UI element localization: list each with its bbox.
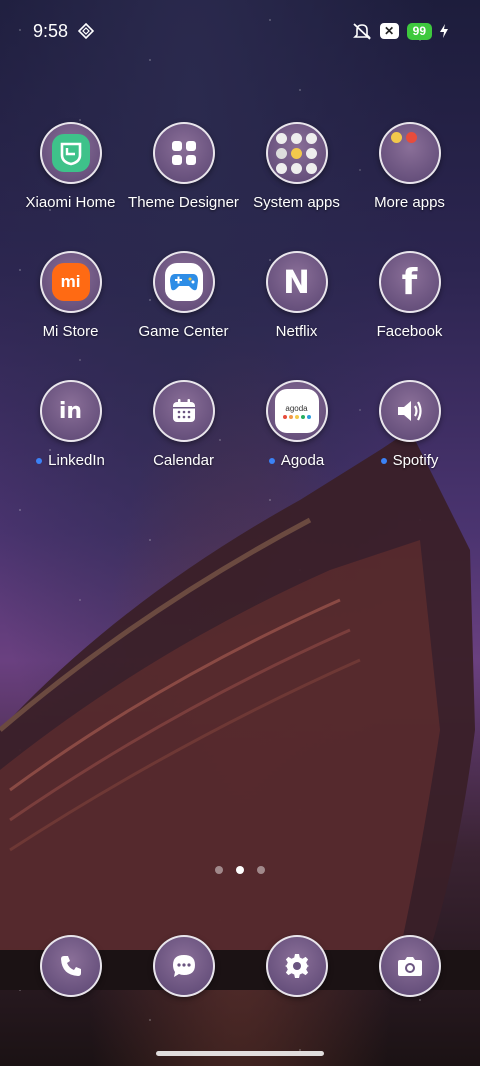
app-xiaomi-home[interactable]: Xiaomi Home xyxy=(14,122,127,211)
new-install-dot xyxy=(268,457,275,464)
facebook-icon[interactable]: f xyxy=(378,251,441,313)
phone-icon[interactable] xyxy=(39,935,102,997)
game-controller-icon[interactable] xyxy=(152,251,215,313)
app-label: Agoda xyxy=(268,452,324,469)
dock-settings[interactable] xyxy=(240,935,353,997)
mi-store-icon[interactable]: mi xyxy=(39,251,102,313)
new-install-dot xyxy=(36,457,43,464)
settings-icon[interactable] xyxy=(265,935,328,997)
app-label: Xiaomi Home xyxy=(25,194,116,211)
app-game-center[interactable]: Game Center xyxy=(127,251,240,340)
app-label: More apps xyxy=(374,194,445,211)
folder-icon[interactable] xyxy=(378,122,441,184)
clock: 9:58 xyxy=(33,20,69,41)
app-agoda[interactable]: agoda Agoda xyxy=(240,380,353,469)
dock-messages[interactable] xyxy=(127,935,240,997)
app-theme-designer[interactable]: Theme Designer xyxy=(127,122,240,211)
app-facebook[interactable]: f Facebook xyxy=(353,251,466,340)
battery-level: 99 xyxy=(406,22,432,40)
folder-icon[interactable] xyxy=(265,122,328,184)
page-dot-active[interactable] xyxy=(236,866,244,874)
app-label: Game Center xyxy=(138,323,229,340)
calendar-icon[interactable] xyxy=(152,380,215,442)
linkedin-icon[interactable]: in xyxy=(39,380,102,442)
app-label: Spotify xyxy=(380,452,438,469)
new-install-dot xyxy=(380,457,387,464)
page-indicator[interactable] xyxy=(0,866,480,874)
mute-bell-icon xyxy=(352,23,371,40)
status-bar: 9:58 ✕ 99 xyxy=(0,0,480,62)
gesture-home-bar[interactable] xyxy=(156,1051,324,1056)
app-label: Mi Store xyxy=(42,323,99,340)
camera-icon[interactable] xyxy=(378,935,441,997)
dock xyxy=(14,935,466,997)
netflix-icon[interactable]: N xyxy=(265,251,328,313)
app-label: Facebook xyxy=(376,323,443,340)
app-linkedin[interactable]: in LinkedIn xyxy=(14,380,127,469)
app-spotify[interactable]: Spotify xyxy=(353,380,466,469)
close-badge-icon: ✕ xyxy=(379,23,399,39)
folder-more-apps[interactable]: More apps xyxy=(353,122,466,211)
app-label: Netflix xyxy=(275,323,318,340)
charging-bolt-icon xyxy=(440,24,448,38)
app-label: Theme Designer xyxy=(128,194,239,211)
app-label: LinkedIn xyxy=(36,452,105,469)
speaker-icon[interactable] xyxy=(378,380,441,442)
dock-camera[interactable] xyxy=(353,935,466,997)
messages-icon[interactable] xyxy=(152,935,215,997)
agoda-icon[interactable]: agoda xyxy=(265,380,328,442)
app-label: System apps xyxy=(253,194,340,211)
xiaomi-home-icon[interactable] xyxy=(39,122,102,184)
nfc-diamond-icon xyxy=(78,23,95,39)
wallpaper-boat xyxy=(0,430,480,990)
app-mi-store[interactable]: mi Mi Store xyxy=(14,251,127,340)
dock-phone[interactable] xyxy=(14,935,127,997)
app-netflix[interactable]: N Netflix xyxy=(240,251,353,340)
folder-system-apps[interactable]: System apps xyxy=(240,122,353,211)
page-dot[interactable] xyxy=(257,866,265,874)
theme-designer-icon[interactable] xyxy=(152,122,215,184)
app-label: Calendar xyxy=(153,452,214,469)
app-calendar[interactable]: Calendar xyxy=(127,380,240,469)
page-dot[interactable] xyxy=(215,866,223,874)
app-grid: Xiaomi Home Theme Designer System apps M… xyxy=(14,122,466,469)
